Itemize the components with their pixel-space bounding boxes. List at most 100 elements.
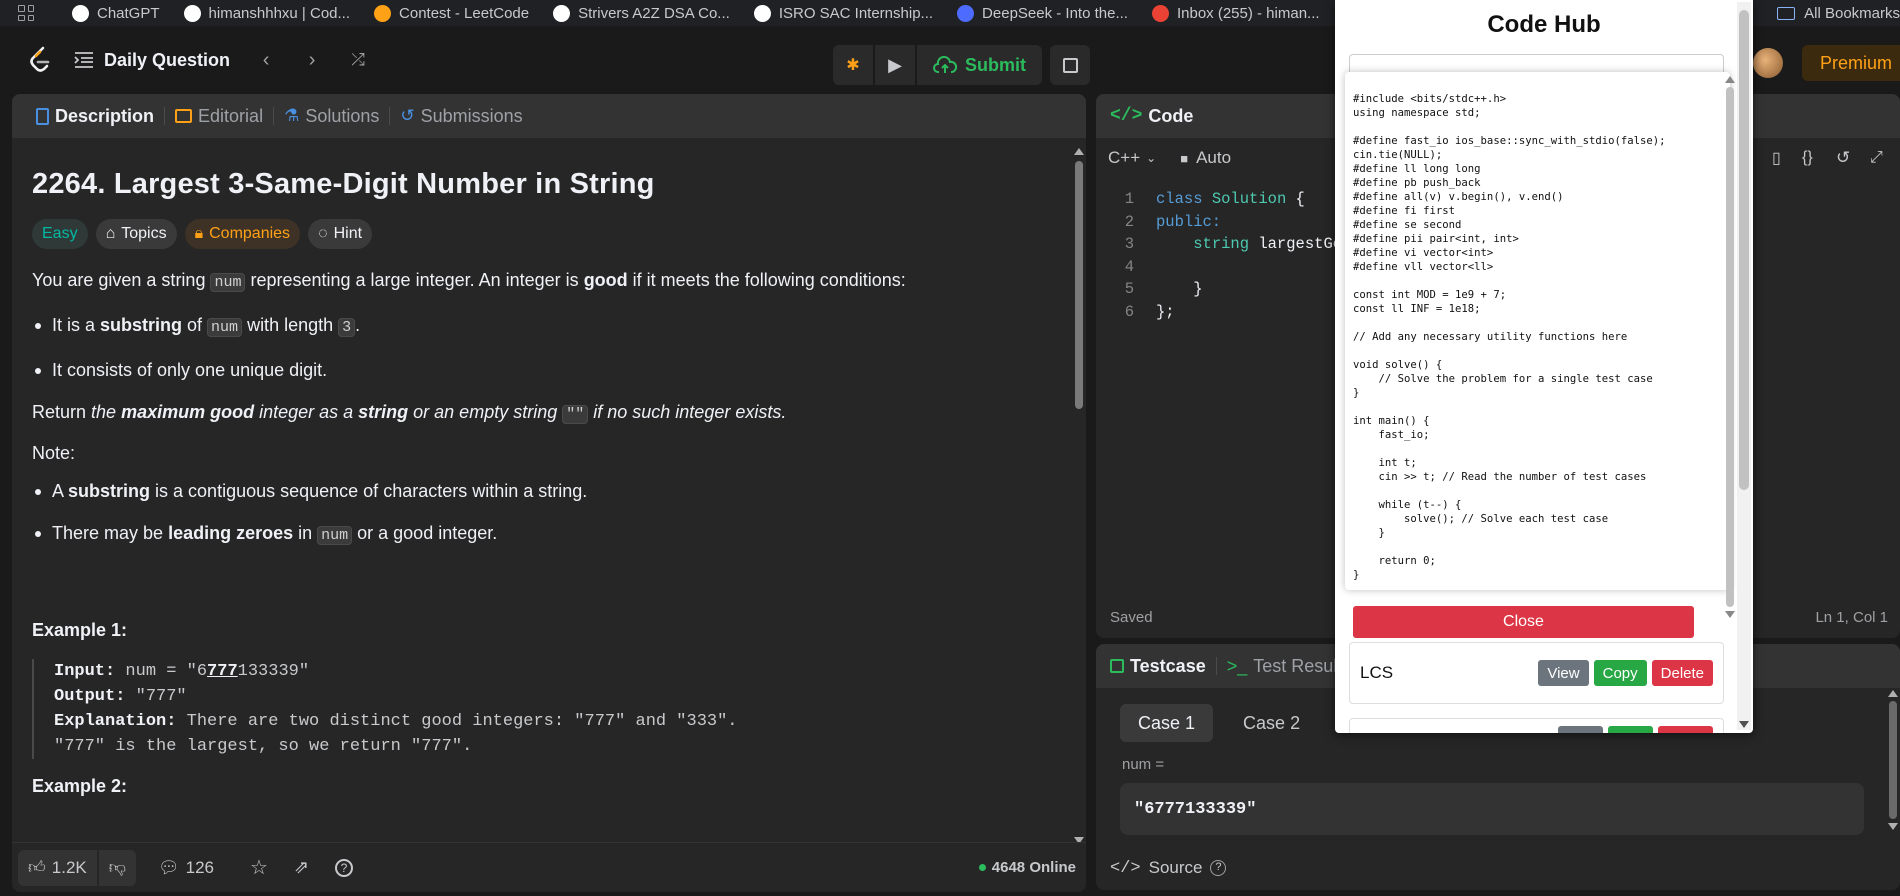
list-item: There may be leading zeroes in num or a …	[32, 520, 1062, 549]
online-indicator: 4648 Online	[978, 859, 1076, 876]
all-bookmarks[interactable]: All Bookmarks	[1767, 0, 1900, 26]
lock-icon: 🔒︎	[194, 225, 204, 242]
reset-icon[interactable]: ↺	[1836, 148, 1850, 168]
editor-footer: Saved	[1110, 609, 1153, 626]
scroll-up-icon[interactable]	[1074, 148, 1084, 155]
copy-button[interactable]: Copy	[1593, 660, 1647, 686]
tab-code[interactable]: </> Code	[1110, 106, 1203, 127]
line-number: 4	[1124, 257, 1134, 276]
daily-question-link[interactable]: Daily Question	[74, 50, 230, 71]
copy-button[interactable]	[1608, 726, 1653, 733]
expand-icon[interactable]: ⤢	[1870, 149, 1883, 167]
tab-test-result[interactable]: >_ Test Result	[1217, 656, 1353, 677]
next-question-icon[interactable]: ›	[302, 50, 322, 70]
description-tabs: Description Editorial ⚗ Solutions ↺ Subm…	[12, 94, 1086, 138]
popup-scrollbar[interactable]	[1737, 2, 1751, 730]
bookmark-item[interactable]: Contest - LeetCode	[374, 4, 530, 22]
source-label: Source	[1148, 858, 1203, 877]
dislike-button[interactable]: 👎︎	[98, 849, 137, 886]
format-braces-icon[interactable]: {}	[1802, 149, 1813, 167]
shuffle-icon[interactable]: ⤮	[348, 50, 368, 70]
viewer-scrollbar[interactable]	[1724, 76, 1736, 646]
help-icon: ?	[1210, 860, 1227, 876]
tab-description[interactable]: Description	[26, 106, 164, 127]
avatar[interactable]	[1753, 48, 1783, 78]
bookmark-item[interactable]: DeepSeek - Into the...	[957, 4, 1128, 22]
bookmark-item[interactable]: Strivers A2Z DSA Co...	[553, 4, 730, 22]
statement-paragraph: You are given a string num representing …	[32, 270, 906, 292]
submit-button[interactable]: Submit	[917, 45, 1042, 85]
thumbs-up-icon: 👍︎	[28, 858, 46, 877]
chevron-down-icon[interactable]: ⌄	[1146, 151, 1156, 165]
tab-editorial[interactable]: Editorial	[165, 106, 273, 127]
code-brackets-icon: </>	[1110, 106, 1143, 126]
delete-button[interactable]: Delete	[1651, 660, 1713, 686]
bookmark-item[interactable]: Inbox (255) - himan...	[1151, 4, 1320, 22]
comments-button[interactable]: 💬︎ 126	[158, 858, 214, 878]
testcase-input[interactable]: "6777133339"	[1120, 783, 1864, 835]
openai-icon	[753, 4, 771, 22]
hint-chip[interactable]: ◌ Hint	[308, 219, 373, 249]
leetcode-icon	[374, 4, 392, 22]
companies-chip[interactable]: 🔒︎ Companies	[184, 219, 301, 249]
return-paragraph: Return the maximum good integer as a str…	[32, 402, 787, 424]
problem-chips: Easy ⌂ Topics 🔒︎ Companies ◌ Hint	[32, 219, 1062, 249]
tab-submissions[interactable]: ↺ Submissions	[390, 106, 532, 127]
leetcode-logo-icon[interactable]	[28, 46, 52, 74]
all-bookmarks-label: All Bookmarks	[1804, 4, 1900, 22]
notes-button[interactable]	[1050, 45, 1090, 85]
tab-solutions[interactable]: ⚗ Solutions	[274, 106, 389, 127]
delete-button[interactable]	[1658, 726, 1713, 733]
thumbs-down-icon: 👎︎	[108, 858, 127, 877]
online-dot-icon	[978, 864, 986, 871]
prev-question-icon[interactable]: ‹	[256, 50, 276, 70]
close-button[interactable]: Close	[1353, 606, 1694, 638]
tuf-icon	[553, 4, 571, 22]
premium-button[interactable]: Premium	[1802, 45, 1900, 81]
code-line: public:	[1156, 212, 1222, 231]
language-select[interactable]: C++	[1108, 148, 1140, 168]
help-icon[interactable]: ?	[335, 858, 354, 877]
line-number: 3	[1124, 235, 1134, 253]
testcase-scrollbar[interactable]	[1888, 690, 1898, 840]
code-tab-label: Code	[1148, 105, 1194, 126]
case-1-tab[interactable]: Case 1	[1120, 704, 1214, 742]
line-number: 6	[1124, 302, 1134, 321]
code-viewer: #include <bits/stdc++.h> using namespace…	[1345, 72, 1735, 638]
source-link[interactable]: </> Source ?	[1110, 858, 1227, 878]
example-2-title: Example 2:	[32, 776, 128, 796]
bug-icon: ✱	[846, 57, 860, 74]
debug-button[interactable]: ✱	[833, 45, 873, 85]
line-number: 2	[1124, 212, 1134, 231]
submit-label: Submit	[965, 54, 1026, 75]
code-line: class Solution {	[1156, 190, 1305, 208]
bookmark-label: Contest - LeetCode	[399, 4, 530, 22]
tab-submissions-label: Submissions	[420, 105, 523, 126]
like-button[interactable]: 👍︎ 1.2K	[18, 849, 97, 886]
bookmark-label: ChatGPT	[97, 4, 160, 22]
share-icon[interactable]: ⇗	[294, 857, 309, 878]
problem-title[interactable]: 2264. Largest 3-Same-Digit Number in Str…	[32, 168, 1062, 201]
bookmark-item[interactable]: ISRO SAC Internship...	[753, 4, 933, 22]
run-button[interactable]: ▶	[875, 45, 915, 85]
bookmark-item[interactable]: himanshhhxu | Cod...	[183, 4, 350, 22]
comment-count: 126	[185, 857, 214, 877]
code-line: string largestGo	[1193, 235, 1343, 253]
case-2-tab[interactable]: Case 2	[1227, 704, 1316, 742]
view-button[interactable]: View	[1538, 660, 1589, 686]
star-icon[interactable]: ☆	[250, 855, 268, 880]
scrollbar-thumb[interactable]	[1075, 161, 1083, 409]
checkbox-icon	[1110, 659, 1124, 673]
tab-testcase[interactable]: Testcase	[1110, 656, 1216, 677]
scrollbar-track[interactable]	[1074, 148, 1084, 844]
bookmark-item[interactable]: ChatGPT	[72, 4, 160, 22]
topics-chip[interactable]: ⌂ Topics	[95, 219, 177, 249]
code-hub-search-input[interactable]	[1349, 54, 1724, 72]
view-button[interactable]	[1558, 726, 1603, 733]
flask-icon: ⚗	[284, 106, 300, 125]
companies-label: Companies	[209, 225, 291, 242]
auto-mode[interactable]: Auto	[1196, 148, 1231, 168]
list-item: A substring is a contiguous sequence of …	[32, 478, 1062, 504]
bookmark-icon[interactable]: ▯	[1772, 148, 1781, 168]
apps-grid-icon[interactable]	[14, 1, 38, 25]
